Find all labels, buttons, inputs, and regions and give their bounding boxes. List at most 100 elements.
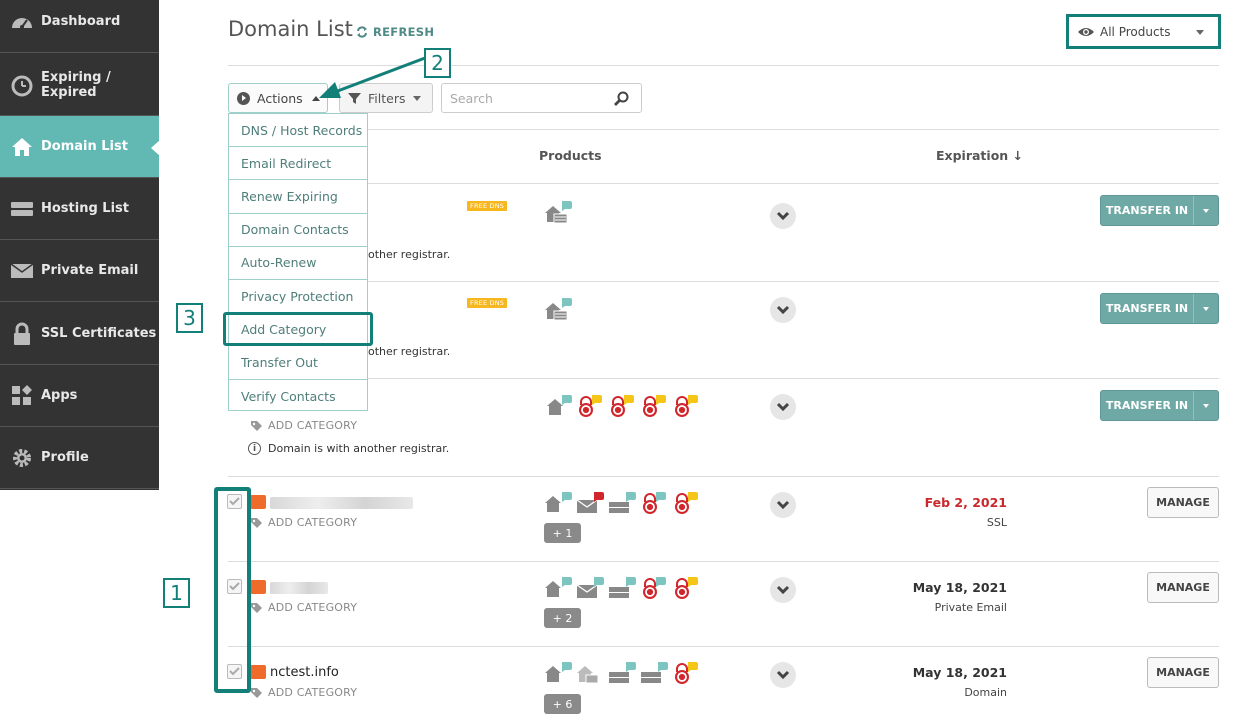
ssl-lock-icon [675,577,698,599]
namecheap-logo-icon [250,580,266,594]
ssl-lock-icon [643,577,666,599]
transfer-in-button[interactable]: TRANSFER IN [1100,390,1219,421]
ssl-lock-icon [579,395,602,417]
add-category-label: ADD CATEGORY [268,601,358,614]
expand-row-button[interactable] [770,577,796,603]
menu-item-email-redirect[interactable]: Email Redirect [229,147,367,181]
expand-row-button[interactable] [770,394,796,420]
transfer-in-label: TRANSFER IN [1101,391,1194,420]
menu-item-domain-contacts[interactable]: Domain Contacts [229,214,367,247]
search-icon[interactable] [614,91,629,106]
menu-item-dns-host-records[interactable]: DNS / Host Records [229,114,367,148]
sidebar-item-hosting-list[interactable]: Hosting List [0,178,159,240]
transfer-options-caret[interactable] [1194,208,1218,213]
expand-row-button[interactable] [770,203,796,229]
manage-button[interactable]: MANAGE [1147,657,1219,688]
tag-plus-icon [251,420,262,431]
refresh-label: REFRESH [373,25,435,39]
refresh-icon [357,26,367,38]
actions-button[interactable]: Actions [228,83,328,113]
callout-step-2: 2 [424,48,451,78]
add-category-link[interactable]: ADD CATEGORY [250,516,357,529]
expiration-date: May 18, 2021 [912,665,1007,680]
transfer-options-caret[interactable] [1194,306,1218,311]
server-icon [10,197,34,221]
sidebar-item-dashboard[interactable]: Dashboard [0,0,159,53]
search-input[interactable] [442,84,607,112]
sidebar-item-domain-list[interactable]: Domain List [0,116,160,178]
menu-item-privacy-protection[interactable]: Privacy Protection [229,280,367,314]
column-header-expiration[interactable]: Expiration ↓ [936,148,1023,163]
transfer-options-caret[interactable] [1194,403,1218,408]
manage-button[interactable]: MANAGE [1147,487,1219,518]
server-icon [609,492,636,513]
chevron-down-icon [776,211,790,221]
add-category-link[interactable]: ADD CATEGORY [250,419,357,432]
sidebar-item-label: Domain List [41,139,128,154]
expand-row-button[interactable] [770,297,796,323]
expiration-date: Feb 2, 2021 [924,495,1007,510]
menu-item-renew-expiring[interactable]: Renew Expiring [229,180,367,214]
menu-item-transfer-out[interactable]: Transfer Out [229,346,367,380]
caret-down-icon [1203,403,1209,408]
transfer-in-button[interactable]: TRANSFER IN [1100,293,1219,324]
menu-item-auto-renew[interactable]: Auto-Renew [229,247,367,280]
ssl-lock-icon [675,395,698,417]
manage-button[interactable]: MANAGE [1147,572,1219,603]
checkbox-column-highlight [214,487,251,693]
domain-name[interactable]: nctest.info [270,665,339,680]
gear-icon [10,446,34,470]
add-category-highlight [223,312,373,346]
more-products-badge[interactable]: + 2 [544,608,581,628]
product-icons [544,661,704,685]
caret-down-icon [1203,208,1209,213]
sidebar-item-label: Hosting List [41,201,129,216]
sidebar-item-ssl-certificates[interactable]: SSL Certificates [0,303,159,365]
menu-item-verify-contacts[interactable]: Verify Contacts [229,380,367,413]
transfer-in-button[interactable]: TRANSFER IN [1100,195,1219,226]
expiration-date: May 18, 2021 [912,580,1007,595]
sidebar-item-label: Dashboard [41,14,121,29]
sidebar-item-expiring[interactable]: Expiring / Expired [0,54,159,116]
callout-step-3: 3 [176,303,203,333]
sidebar-item-label: Profile [41,450,89,465]
home-dns-icon [577,666,599,684]
product-icons [546,394,704,418]
product-filter-select[interactable]: All Products [1066,14,1221,49]
page-title: Domain List [228,17,353,41]
refresh-button[interactable]: REFRESH [356,25,434,39]
table-header-divider [228,183,1219,184]
row-divider [228,646,1219,647]
tag-plus-icon [251,687,262,698]
info-icon: i [248,442,261,455]
product-icons [544,491,704,515]
expand-row-button[interactable] [770,492,796,518]
row-divider [228,476,1219,477]
sidebar-item-profile[interactable]: Profile [0,427,159,489]
sidebar-item-label: Expiring / Expired [41,69,111,100]
more-products-badge[interactable]: + 1 [544,523,581,543]
product-filter-value: All Products [1100,24,1171,39]
annotation-arrow [319,56,426,98]
row-divider [228,281,1219,282]
transfer-in-label: TRANSFER IN [1101,196,1194,225]
sidebar-item-private-email[interactable]: Private Email [0,240,159,302]
server-icon [609,577,636,598]
ssl-lock-icon [611,395,634,417]
add-category-link[interactable]: ADD CATEGORY [250,686,357,699]
redacted-domain-name [270,497,413,509]
home-icon [545,577,572,597]
ssl-lock-icon [675,492,698,514]
add-category-link[interactable]: ADD CATEGORY [250,601,357,614]
sidebar: Dashboard Expiring / Expired Domain List… [0,0,160,490]
home-dns-icon [545,298,572,321]
add-category-label: ADD CATEGORY [268,516,358,529]
expand-row-button[interactable] [770,662,796,688]
toolbar-divider [228,129,1219,130]
product-icons [544,298,574,322]
sidebar-item-apps[interactable]: Apps [0,365,159,427]
expiration-type: Private Email [934,601,1007,614]
expiration-type: SSL [986,516,1007,529]
home-icon [10,135,34,159]
more-products-badge[interactable]: + 6 [544,694,581,714]
